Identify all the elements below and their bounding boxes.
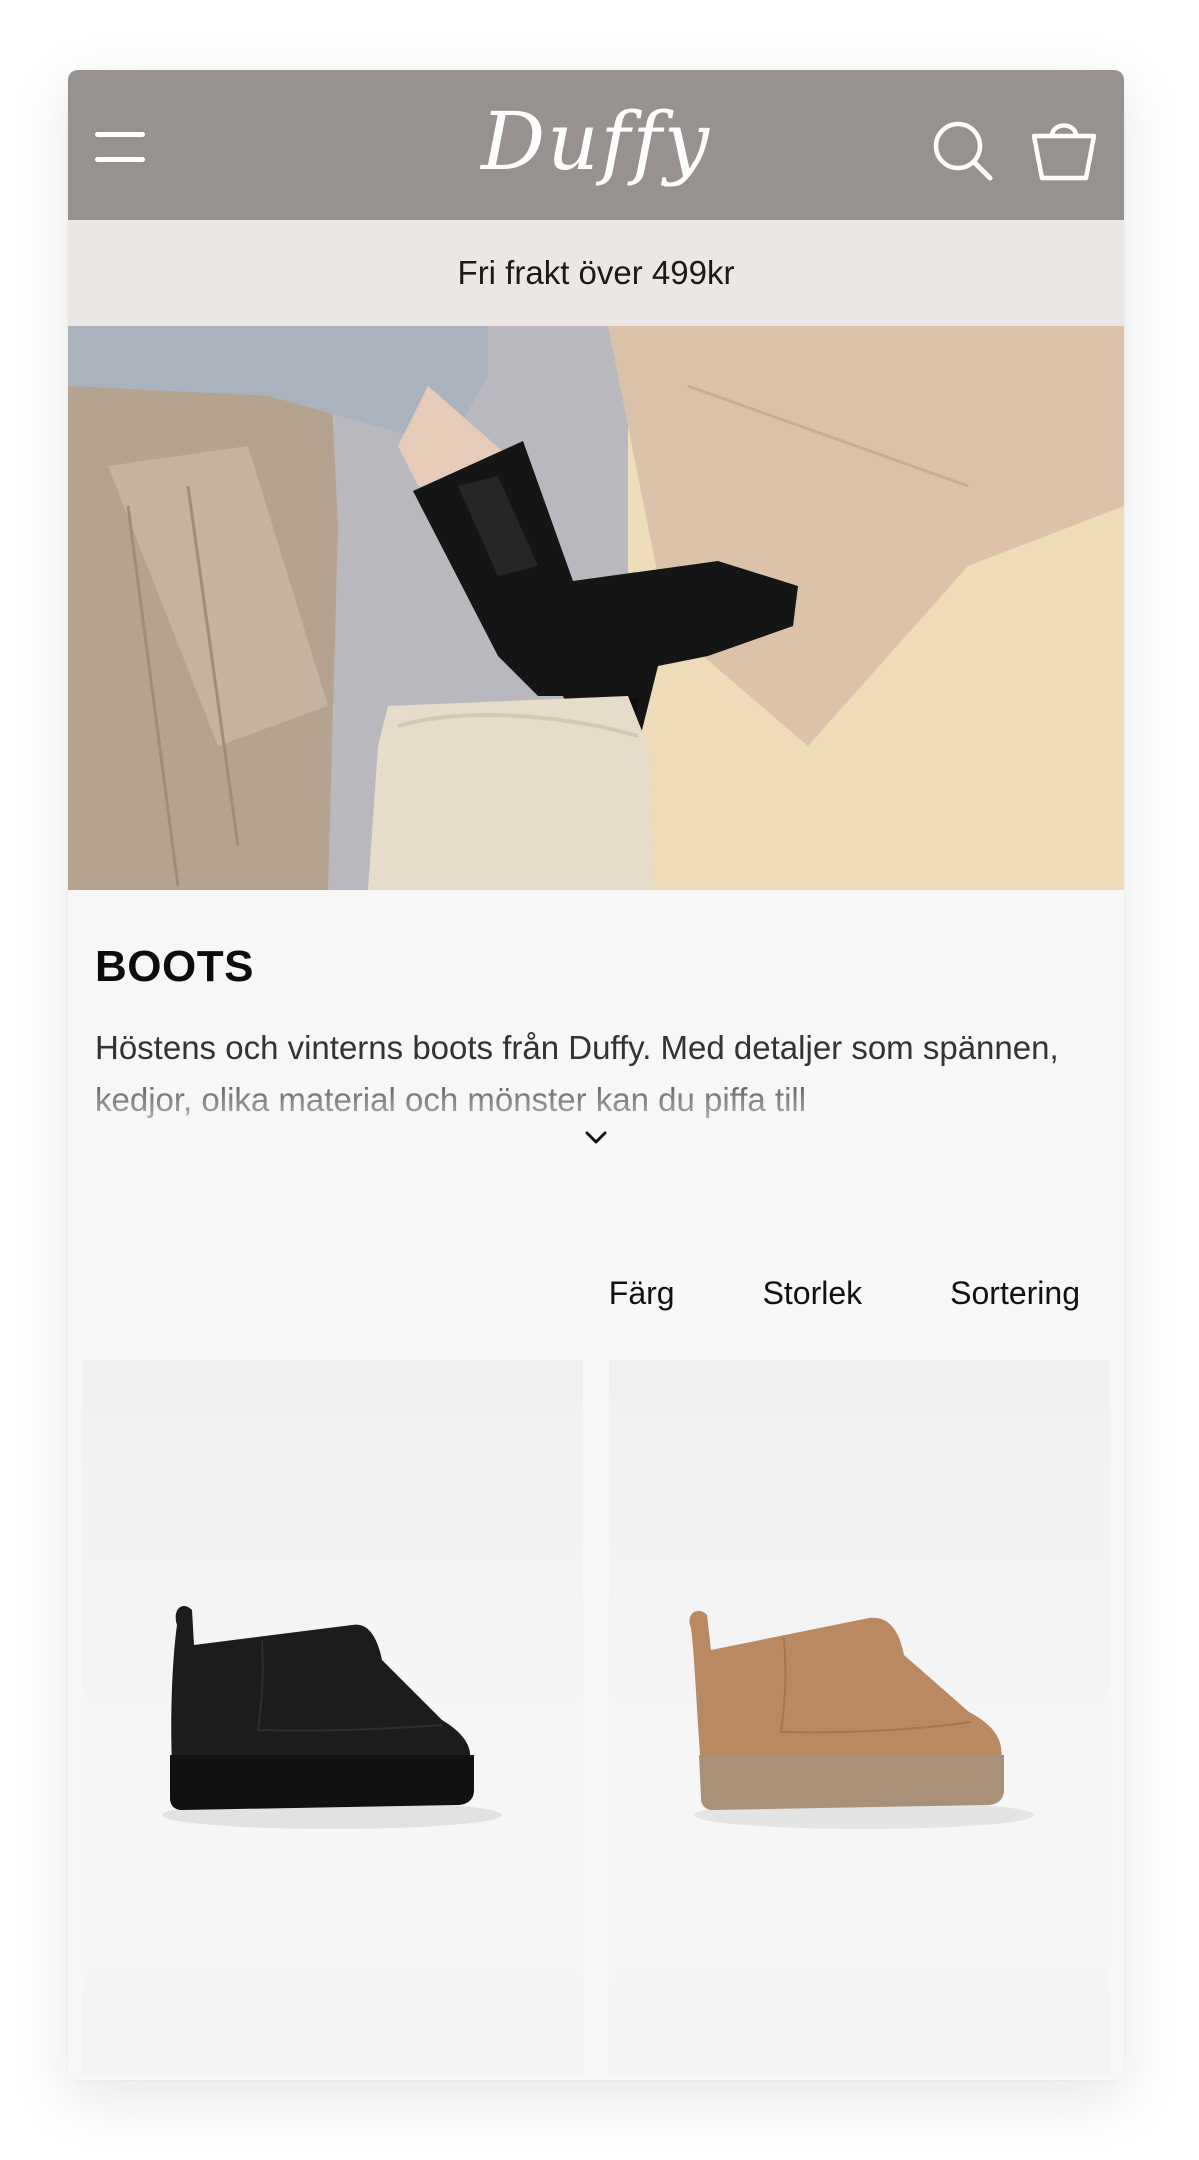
promo-banner: Fri frakt över 499kr — [68, 220, 1124, 326]
product-image-black-boot — [162, 1605, 502, 1829]
product-image-tan-boot — [689, 1610, 1034, 1829]
size-filter[interactable]: Storlek — [763, 1275, 863, 1312]
product-card[interactable] — [82, 1360, 583, 2076]
search-icon[interactable] — [930, 118, 994, 182]
product-card[interactable] — [609, 1360, 1110, 2076]
category-title: BOOTS — [95, 942, 254, 991]
mobile-page: Duffy Fri frakt över 499kr BOOTS Höstens… — [68, 70, 1124, 2080]
hero-image[interactable] — [68, 326, 1124, 890]
chevron-down-icon[interactable] — [584, 1130, 608, 1146]
site-header: Duffy — [68, 70, 1124, 220]
sort-filter[interactable]: Sortering — [950, 1275, 1080, 1312]
color-filter[interactable]: Färg — [609, 1275, 675, 1312]
filter-bar: Färg Storlek Sortering — [609, 1275, 1080, 1312]
shopping-bag-icon[interactable] — [1030, 114, 1098, 182]
promo-text: Fri frakt över 499kr — [457, 254, 735, 291]
